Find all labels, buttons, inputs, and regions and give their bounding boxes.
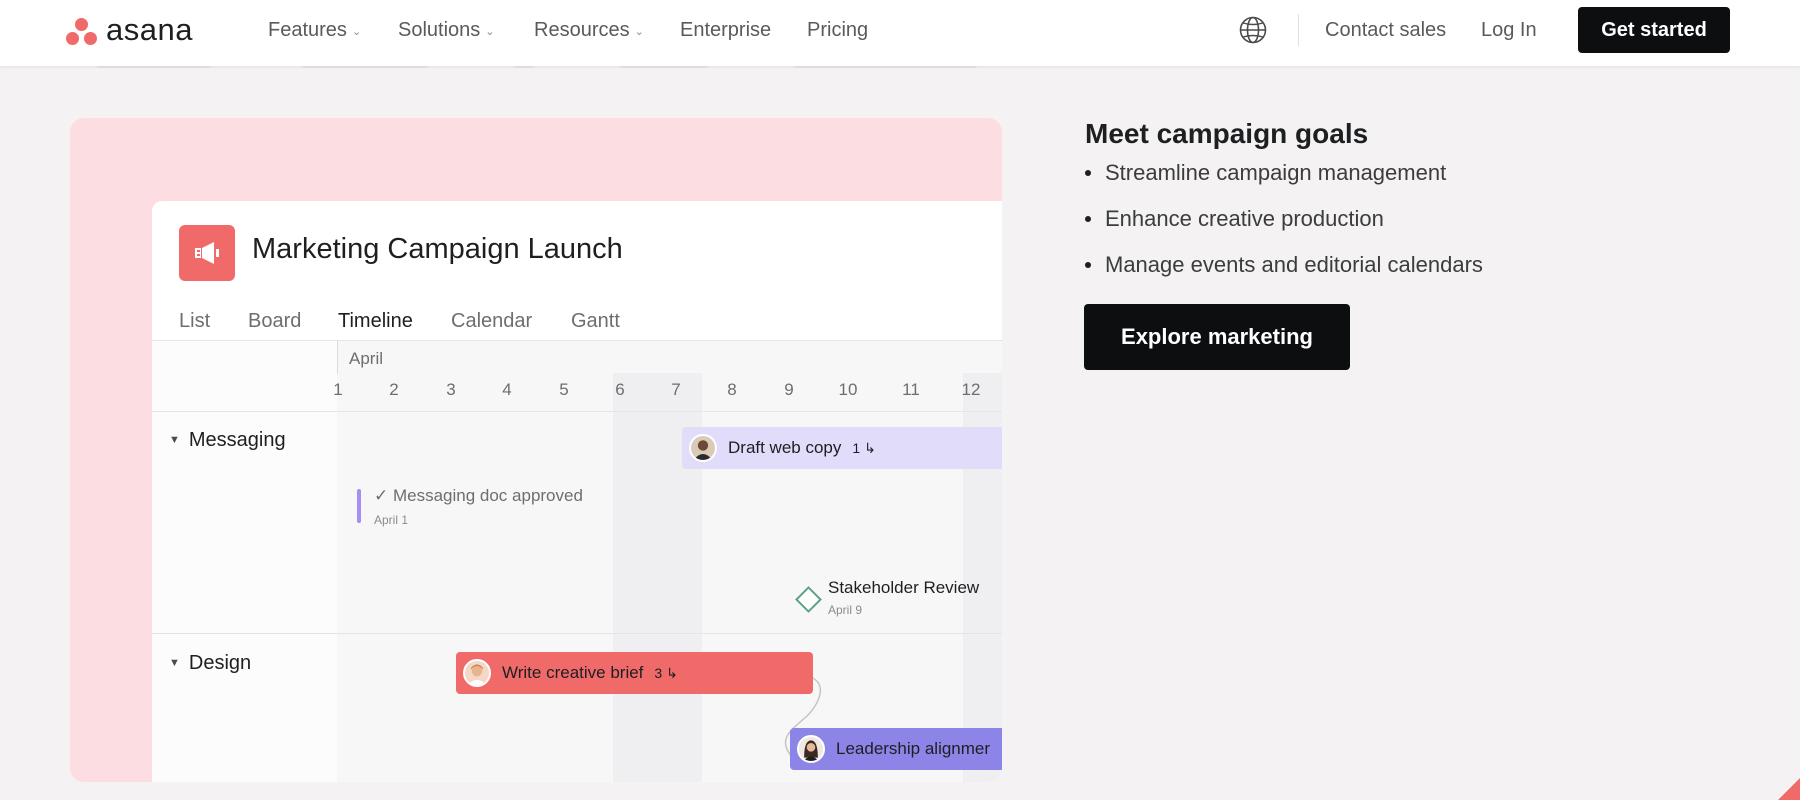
- nav-features[interactable]: Features ⌄: [268, 0, 361, 60]
- section-messaging[interactable]: ▼ Messaging: [169, 429, 286, 452]
- tab-calendar[interactable]: Calendar: [451, 301, 532, 341]
- section-design[interactable]: ▼ Design: [169, 652, 251, 675]
- section-divider: [152, 633, 1002, 634]
- day-label: 1: [333, 380, 343, 399]
- milestone-date: April 1: [374, 513, 409, 527]
- nav-pricing[interactable]: Pricing: [807, 0, 868, 60]
- get-started-button[interactable]: Get started: [1578, 7, 1730, 53]
- asana-logo[interactable]: asana: [66, 12, 193, 50]
- subtask-icon: ↳: [666, 664, 678, 681]
- nav-enterprise-label: Enterprise: [680, 19, 772, 41]
- day-label: 2: [389, 380, 399, 399]
- day-label: 11: [902, 380, 920, 399]
- day-label: 12: [961, 380, 981, 399]
- task-title: Leadership alignmer: [836, 739, 991, 758]
- task-draft-web-copy[interactable]: Draft web copy 1 ↳: [682, 427, 1002, 469]
- task-title: Draft web copy: [728, 438, 842, 457]
- benefit-item: Enhance creative production: [1085, 202, 1483, 248]
- nav-resources-label: Resources: [534, 19, 630, 41]
- explore-marketing-button[interactable]: Explore marketing: [1084, 304, 1350, 370]
- task-write-creative-brief[interactable]: Write creative brief 3 ↳: [456, 652, 813, 694]
- day-label: 6: [615, 380, 625, 399]
- section-messaging-label: Messaging: [188, 429, 286, 451]
- milestone-stakeholder-review[interactable]: Stakeholder Review: [828, 578, 979, 598]
- caret-down-icon: ▼: [169, 657, 180, 669]
- project-timeline-window: Marketing Campaign Launch List Board Tim…: [152, 201, 1002, 782]
- nav-pricing-label: Pricing: [807, 19, 869, 41]
- day-label: 8: [727, 380, 737, 399]
- project-title: Marketing Campaign Launch: [252, 233, 623, 265]
- nav-enterprise[interactable]: Enterprise: [680, 0, 771, 60]
- section-column: [152, 341, 337, 782]
- nav-resources[interactable]: Resources ⌄: [534, 0, 644, 60]
- avatar: [463, 659, 491, 687]
- benefit-item: Manage events and editorial calendars: [1085, 248, 1483, 294]
- top-nav: asana Features ⌄ Solutions ⌄ Resources ⌄ En…: [0, 0, 1800, 66]
- subtask-count: 1 ↳: [852, 440, 875, 457]
- task-title: Write creative brief: [502, 663, 644, 682]
- caret-down-icon: ▼: [169, 434, 180, 446]
- nav-solutions-label: Solutions: [398, 19, 481, 41]
- nav-features-label: Features: [268, 19, 347, 41]
- day-label: 9: [784, 380, 794, 399]
- task-leadership-alignment[interactable]: Leadership alignmer: [790, 728, 1002, 770]
- milestone-messaging-doc[interactable]: ✓ Messaging doc approved: [374, 486, 583, 506]
- timeline-grid: [337, 341, 1002, 782]
- tab-board[interactable]: Board: [248, 301, 301, 341]
- day-label: 3: [446, 380, 456, 399]
- day-label: 7: [671, 380, 681, 399]
- log-in-link[interactable]: Log In: [1481, 0, 1537, 60]
- avatar: [689, 434, 717, 462]
- month-label: April: [349, 349, 384, 368]
- tab-list[interactable]: List: [179, 301, 210, 341]
- month-divider: [337, 341, 338, 374]
- subtask-icon: ↳: [864, 439, 876, 456]
- globe-icon[interactable]: [1238, 15, 1268, 45]
- day-label: 10: [838, 380, 858, 399]
- chevron-down-icon: ⌄: [351, 26, 362, 38]
- benefit-list: Streamline campaign management Enhance c…: [1085, 156, 1483, 294]
- milestone-title: Messaging doc approved: [392, 486, 583, 505]
- subtask-count-value: 1: [852, 439, 861, 456]
- megaphone-icon: [195, 242, 219, 264]
- milestone-date: April 9: [828, 603, 863, 617]
- corner-accent: [1778, 778, 1800, 800]
- avatar: [797, 735, 825, 763]
- timeline-header-divider: [152, 411, 1002, 412]
- tab-timeline[interactable]: Timeline: [338, 301, 413, 343]
- subtask-count: 3 ↳: [654, 665, 677, 682]
- day-label: 4: [502, 380, 512, 399]
- brand-name: asana: [106, 12, 193, 47]
- benefit-item: Streamline campaign management: [1085, 156, 1483, 202]
- check-icon: ✓: [374, 486, 393, 505]
- day-label: 5: [559, 380, 569, 399]
- section-heading: Meet campaign goals: [1085, 118, 1369, 149]
- milestone-marker: [357, 489, 361, 523]
- subtask-count-value: 3: [654, 664, 663, 681]
- nav-solutions[interactable]: Solutions ⌄: [398, 0, 495, 60]
- contact-sales-link[interactable]: Contact sales: [1325, 0, 1446, 60]
- chevron-down-icon: ⌄: [485, 26, 495, 38]
- nav-divider: [1298, 14, 1299, 46]
- product-preview-card: Marketing Campaign Launch List Board Tim…: [70, 118, 1002, 782]
- asana-logo-icon: [66, 18, 98, 46]
- section-design-label: Design: [188, 652, 252, 674]
- chevron-down-icon: ⌄: [634, 26, 644, 38]
- project-icon: [179, 225, 235, 281]
- tab-gantt[interactable]: Gantt: [571, 301, 620, 341]
